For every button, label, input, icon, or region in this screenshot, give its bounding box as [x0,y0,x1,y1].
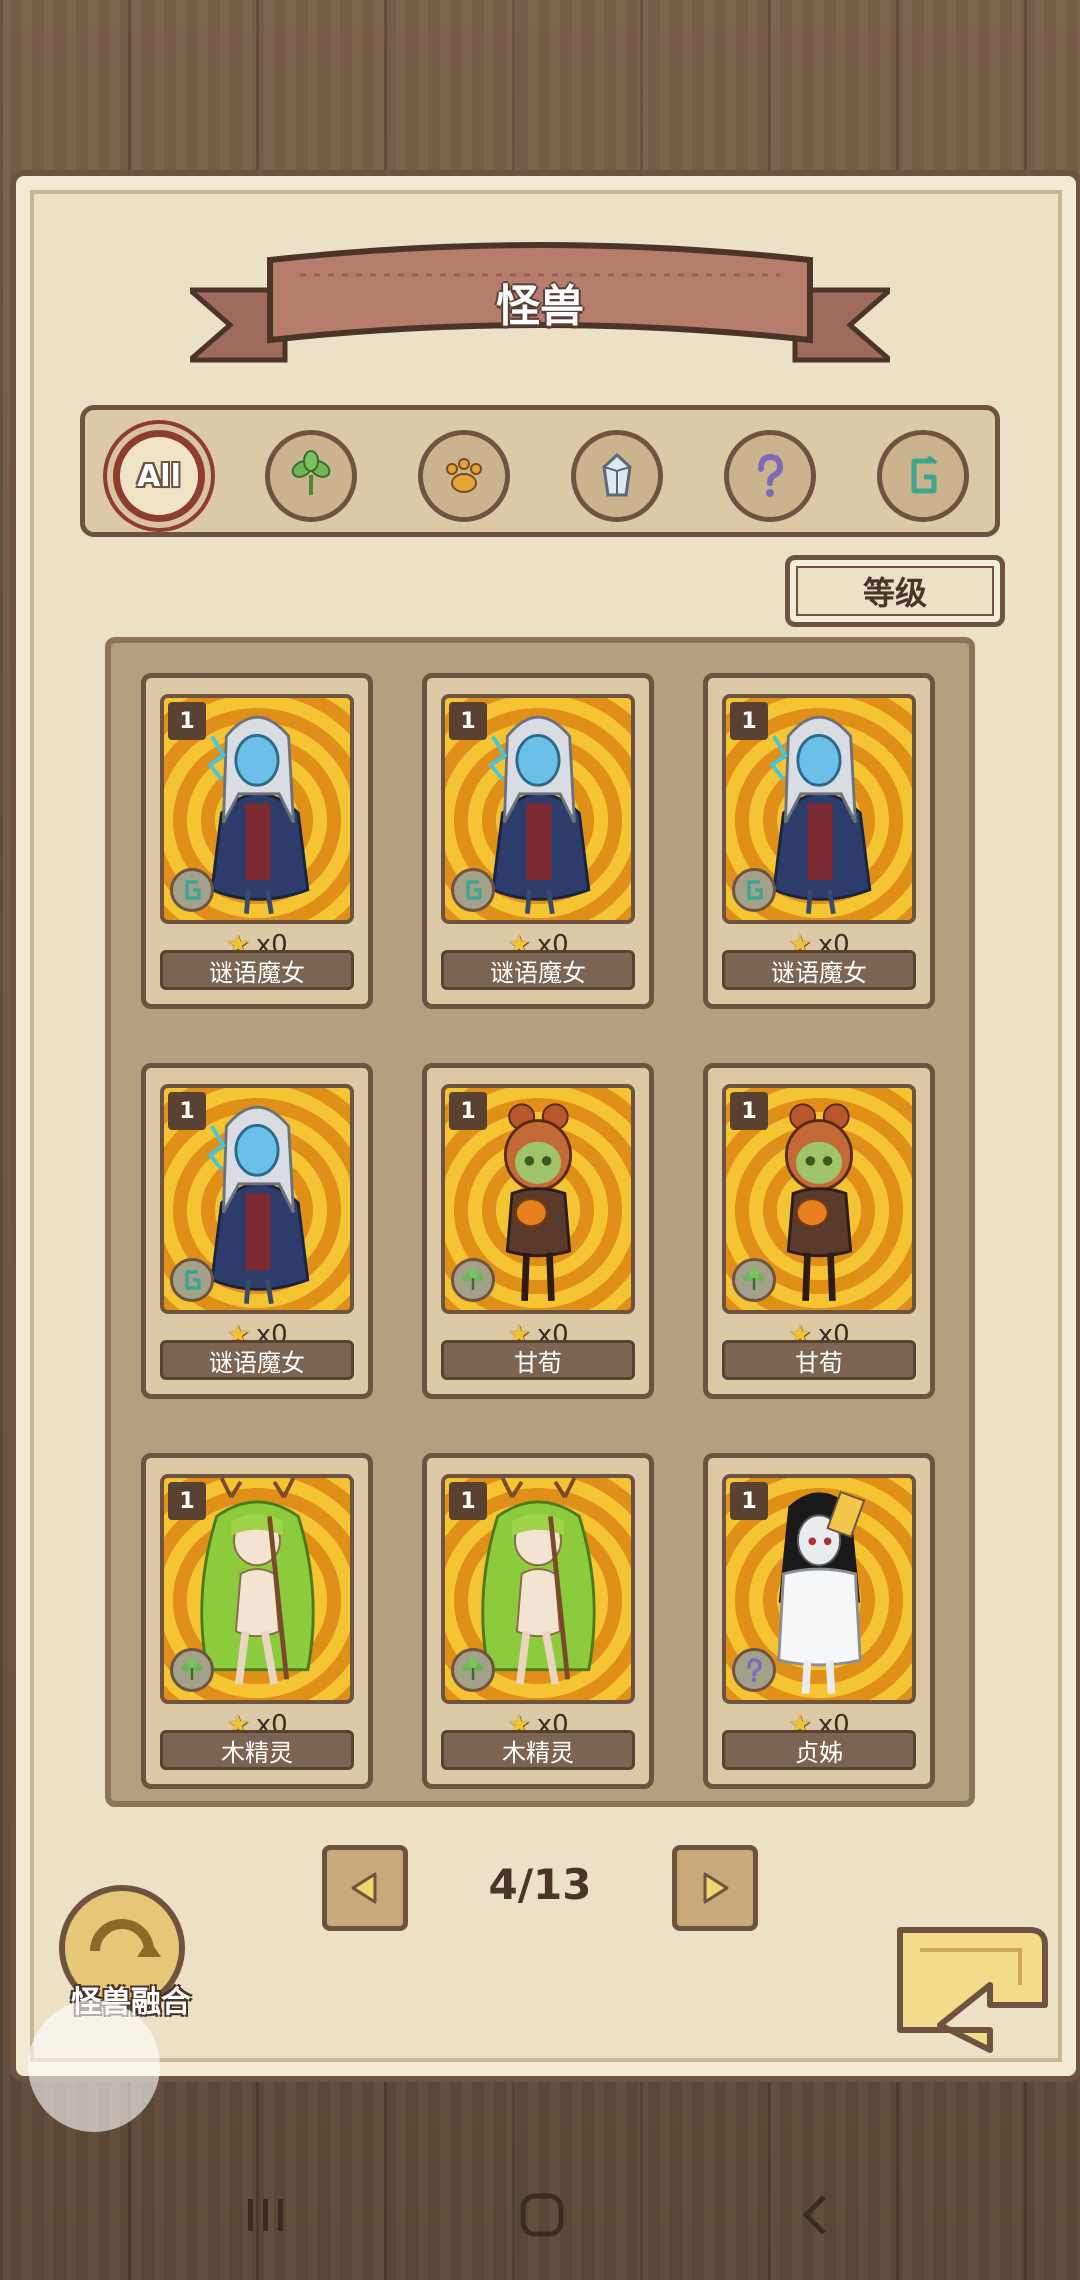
monster-portrait: 1 [160,1084,354,1314]
leaf-icon [451,1648,495,1692]
monster-card[interactable]: 1 ★ x0 甘荀 [703,1063,935,1399]
return-button[interactable] [880,1910,1060,2060]
arrow-left-icon [351,1872,377,1904]
filter-bar: All [80,405,1000,537]
leaf-icon [451,1258,495,1302]
next-page-button[interactable] [672,1845,758,1931]
monster-portrait: 1 [160,694,354,924]
rune-icon [451,868,495,912]
question-icon [758,453,784,497]
system-nav-bar [0,2150,1080,2280]
leaf-icon [170,1648,214,1692]
page-indicator: 4/13 [488,1860,592,1909]
arrow-right-icon [703,1872,729,1904]
sort-level-button[interactable]: 等级 [785,555,1005,627]
prev-page-button[interactable] [322,1845,408,1931]
question-icon [732,1648,776,1692]
card-level-badge: 1 [730,1482,768,1520]
card-name: 谜语魔女 [441,950,635,990]
rune-icon [911,455,938,494]
crystal-icon [602,452,632,497]
monster-portrait: 1 [441,694,635,924]
filter-beast-button[interactable] [418,430,510,522]
filter-unknown-button[interactable] [724,430,816,522]
monster-card[interactable]: 1 ★ x0 木精灵 [141,1453,373,1789]
back-icon[interactable] [796,2193,836,2237]
card-name: 木精灵 [441,1730,635,1770]
card-name: 甘荀 [441,1340,635,1380]
filter-all-label: All [137,458,181,494]
page-title: 怪兽 [496,281,584,332]
filter-magic-button[interactable] [877,430,969,522]
leaf-icon [291,450,331,495]
return-arrow-icon [897,1927,1048,2053]
monster-portrait: 1 [441,1474,635,1704]
monster-card[interactable]: 1 ★ x0 谜语魔女 [703,673,935,1009]
paw-icon [446,458,482,493]
card-name: 木精灵 [160,1730,354,1770]
filter-all-button[interactable]: All [113,430,205,522]
home-icon[interactable] [518,2191,566,2239]
monster-card[interactable]: 1 ★ x0 木精灵 [422,1453,654,1789]
card-level-badge: 1 [730,1092,768,1130]
monster-portrait: 1 [160,1474,354,1704]
monster-portrait: 1 [441,1084,635,1314]
leaf-icon [732,1258,776,1302]
monster-portrait: 1 [722,1474,916,1704]
monster-portrait: 1 [722,1084,916,1314]
monster-card[interactable]: 1 ★ x0 甘荀 [422,1063,654,1399]
rune-icon [170,1258,214,1302]
filter-mineral-button[interactable] [571,430,663,522]
card-level-badge: 1 [449,1482,487,1520]
rune-icon [732,868,776,912]
card-level-badge: 1 [168,1482,206,1520]
card-level-badge: 1 [730,702,768,740]
card-name: 甘荀 [722,1340,916,1380]
card-level-badge: 1 [168,702,206,740]
rune-icon [170,868,214,912]
card-level-badge: 1 [449,1092,487,1130]
monster-grid: 1 ★ x0 谜语魔女 1 ★ x0 谜语魔女 1 ★ x0 谜语魔女 1 ★ … [105,637,975,1807]
card-level-badge: 1 [449,702,487,740]
title-ribbon: 怪兽 [190,230,890,370]
monster-card[interactable]: 1 ★ x0 谜语魔女 [141,1063,373,1399]
card-name: 谜语魔女 [722,950,916,990]
card-name: 贞姊 [722,1730,916,1770]
monster-portrait: 1 [722,694,916,924]
card-name: 谜语魔女 [160,1340,354,1380]
recent-apps-icon[interactable] [244,2195,288,2235]
touch-indicator [28,2000,160,2132]
card-level-badge: 1 [168,1092,206,1130]
filter-plant-button[interactable] [265,430,357,522]
card-name: 谜语魔女 [160,950,354,990]
monster-card[interactable]: 1 ★ x0 谜语魔女 [422,673,654,1009]
monster-card[interactable]: 1 ★ x0 贞姊 [703,1453,935,1789]
monster-card[interactable]: 1 ★ x0 谜语魔女 [141,673,373,1009]
